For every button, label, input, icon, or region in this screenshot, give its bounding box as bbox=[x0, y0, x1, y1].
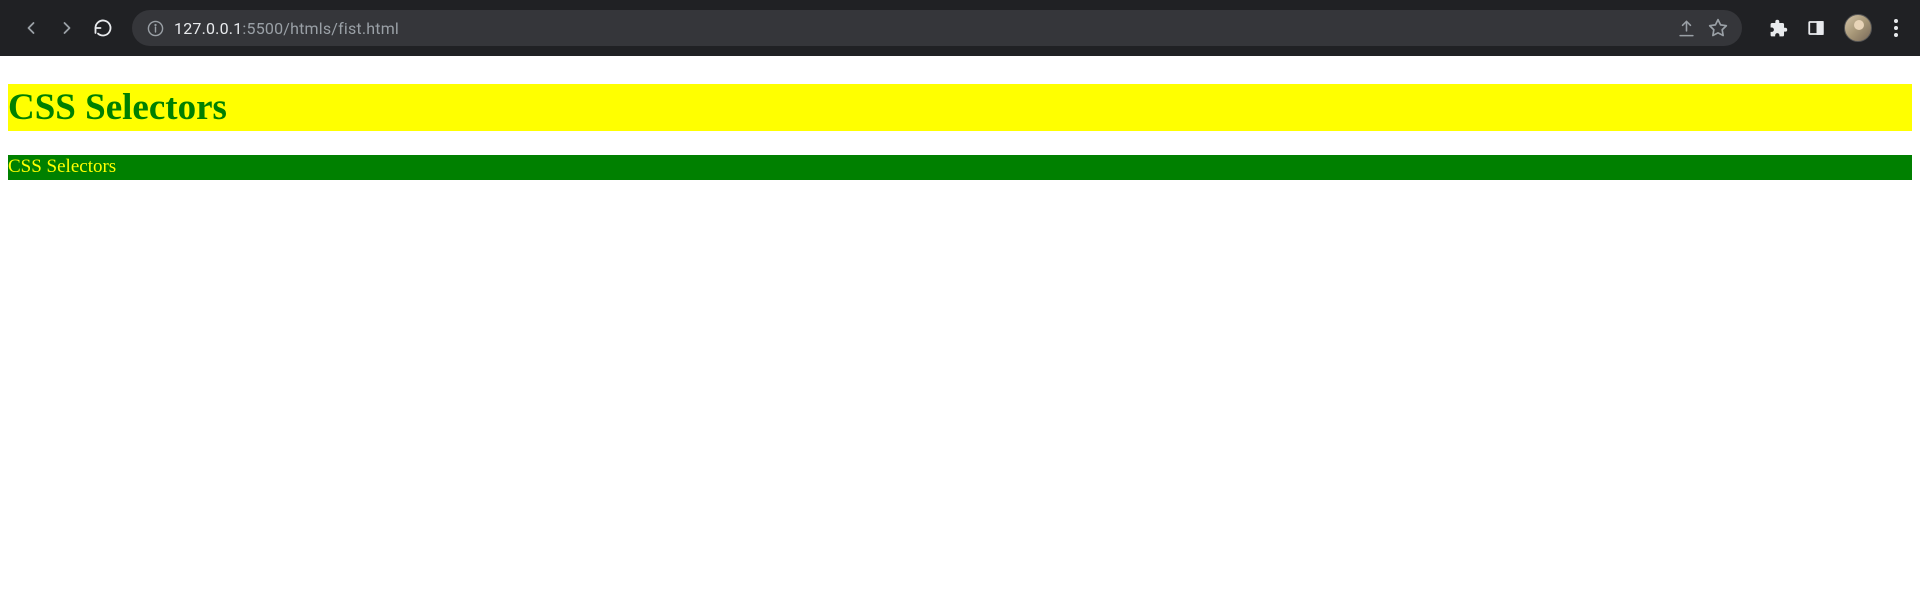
url-actions bbox=[1676, 18, 1728, 38]
url-host: 127.0.0.1 bbox=[174, 19, 242, 38]
browser-toolbar: 127.0.0.1:5500/htmls/fist.html bbox=[0, 0, 1920, 56]
site-info-icon[interactable] bbox=[146, 19, 164, 37]
reload-button[interactable] bbox=[92, 17, 114, 39]
bookmark-star-icon[interactable] bbox=[1708, 18, 1728, 38]
page-paragraph: CSS Selectors bbox=[8, 155, 1912, 180]
extensions-icon[interactable] bbox=[1768, 18, 1788, 38]
page-heading: CSS Selectors bbox=[8, 84, 1912, 131]
url-path: :5500/htmls/fist.html bbox=[242, 19, 399, 38]
page-content: CSS Selectors CSS Selectors bbox=[0, 56, 1920, 188]
share-icon[interactable] bbox=[1676, 18, 1696, 38]
address-bar[interactable]: 127.0.0.1:5500/htmls/fist.html bbox=[132, 10, 1742, 46]
profile-avatar[interactable] bbox=[1844, 14, 1872, 42]
browser-right-icons bbox=[1768, 14, 1902, 42]
nav-buttons bbox=[20, 17, 114, 39]
side-panel-icon[interactable] bbox=[1806, 18, 1826, 38]
back-button[interactable] bbox=[20, 17, 42, 39]
forward-button[interactable] bbox=[56, 17, 78, 39]
menu-button[interactable] bbox=[1890, 15, 1902, 41]
url-text: 127.0.0.1:5500/htmls/fist.html bbox=[174, 19, 399, 38]
